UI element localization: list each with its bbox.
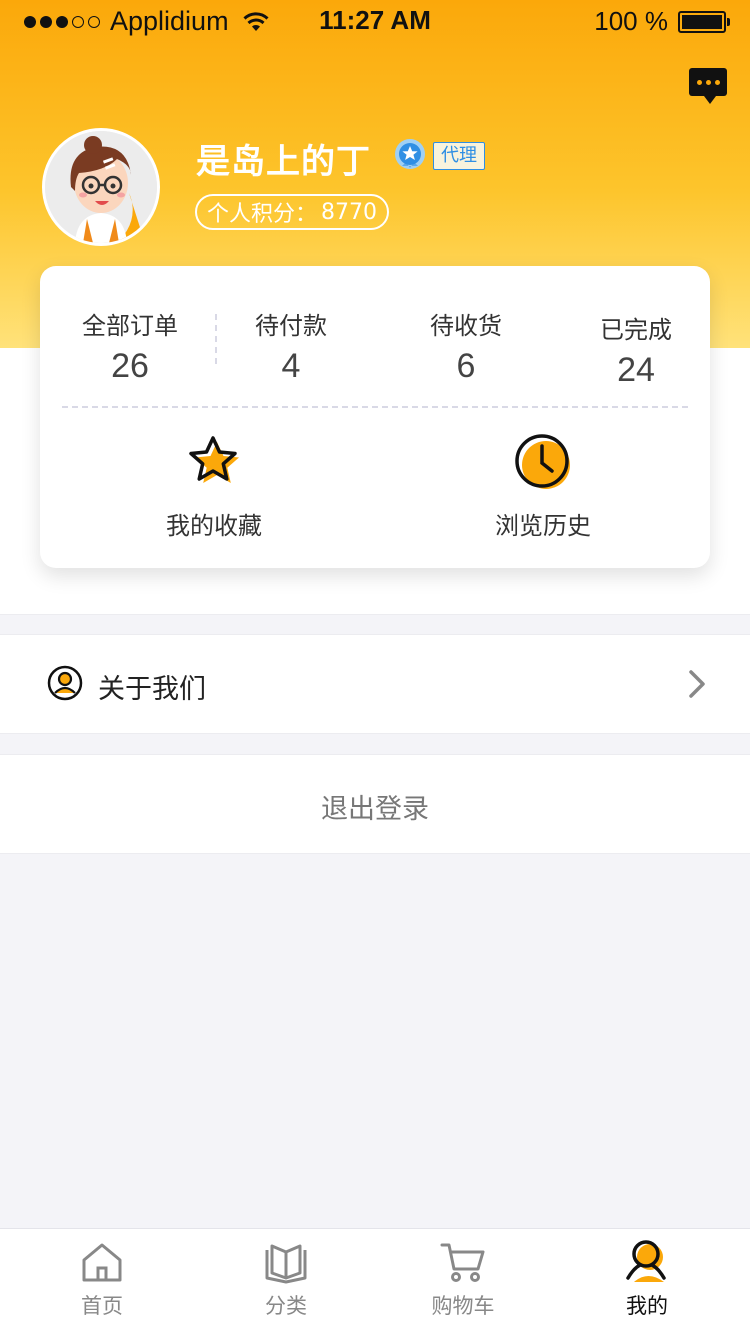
history-link[interactable]: 浏览历史 (483, 432, 603, 541)
points-badge[interactable]: 个人积分： 8770 (195, 194, 390, 230)
profile-icon (626, 1240, 666, 1282)
order-stat-pending-receipt[interactable]: 待收货 6 (414, 306, 518, 386)
about-us-label: 关于我们 (98, 674, 206, 705)
status-bar: Applidium 11:27 AM 100 % (0, 0, 750, 42)
message-icon[interactable] (689, 68, 727, 104)
battery-icon (678, 10, 730, 33)
tab-profile[interactable]: 我的 (587, 1240, 707, 1320)
tab-label: 分类 (265, 1294, 307, 1318)
favorites-label: 我的收藏 (166, 512, 262, 540)
points-value: 8770 (321, 199, 378, 225)
order-stat-all[interactable]: 全部订单 26 (78, 306, 182, 386)
avatar-illustration (45, 131, 157, 243)
battery-percent: 100 % (594, 6, 668, 36)
order-stat-pending-payment[interactable]: 待付款 4 (240, 306, 342, 386)
logout-label: 退出登录 (321, 794, 429, 825)
status-battery: 100 % (594, 6, 730, 37)
order-stat-label: 已完成 (600, 316, 672, 344)
stat-divider (215, 314, 217, 364)
points-label: 个人积分： (207, 202, 318, 227)
role-tag: 代理 (433, 142, 485, 170)
card-divider (62, 406, 688, 408)
tab-label: 购物车 (431, 1294, 495, 1318)
avatar[interactable] (42, 128, 160, 246)
order-stat-label: 全部订单 (82, 312, 178, 340)
user-circle-icon (47, 665, 83, 701)
tab-cart[interactable]: 购物车 (403, 1240, 523, 1320)
order-stat-count: 4 (281, 347, 301, 385)
order-stat-count: 6 (456, 347, 476, 385)
tab-label: 我的 (626, 1294, 668, 1318)
order-stat-count: 26 (111, 347, 149, 385)
verified-badge-icon (395, 139, 425, 169)
order-stat-label: 待收货 (430, 312, 502, 340)
chevron-right-icon (689, 670, 705, 698)
order-stat-count: 24 (617, 351, 655, 389)
orders-card: 全部订单 26 待付款 4 待收货 6 已完成 24 我的收藏 浏览历史 (40, 266, 710, 568)
book-icon (265, 1244, 307, 1284)
user-name: 是岛上的丁 (196, 142, 371, 182)
history-label: 浏览历史 (495, 512, 591, 540)
order-stat-completed[interactable]: 已完成 24 (584, 310, 688, 390)
order-stat-label: 待付款 (255, 312, 327, 340)
home-icon (82, 1243, 122, 1282)
tab-home[interactable]: 首页 (42, 1240, 162, 1320)
favorites-link[interactable]: 我的收藏 (154, 432, 274, 541)
tab-label: 首页 (81, 1294, 123, 1318)
cart-icon (440, 1243, 485, 1282)
star-icon (189, 436, 239, 483)
tab-category[interactable]: 分类 (226, 1240, 346, 1320)
clock-icon (515, 434, 570, 489)
